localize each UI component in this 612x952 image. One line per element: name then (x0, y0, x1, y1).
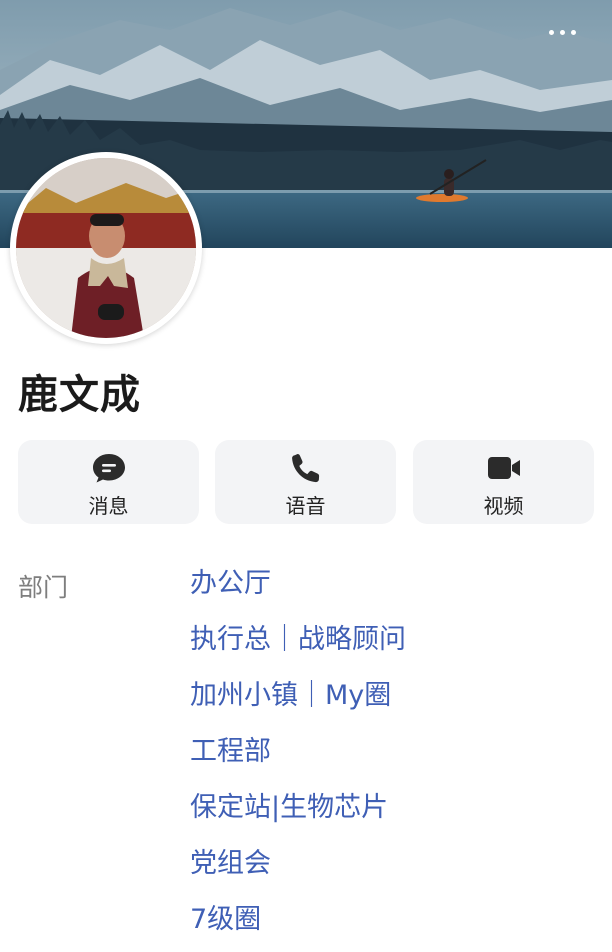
department-list: 办公厅 执行总｜战略顾问 加州小镇｜My圈 工程部 保定站|生物芯片 党组会 7… (190, 566, 590, 952)
department-item[interactable]: 保定站|生物芯片 (190, 790, 590, 846)
video-call-button[interactable]: 视频 (413, 440, 594, 524)
more-dot-icon (548, 29, 554, 35)
department-label: 部门 (18, 573, 69, 602)
avatar-photo (16, 158, 196, 338)
voice-call-button-label: 语音 (285, 494, 326, 518)
more-dot-icon (559, 29, 565, 35)
more-dot-icon (570, 29, 576, 35)
department-item[interactable]: 7级圈 (190, 902, 590, 952)
message-button-label: 消息 (88, 494, 129, 518)
video-icon (487, 457, 520, 479)
department-item[interactable]: 办公厅 (190, 566, 590, 622)
department-item[interactable]: 加州小镇｜My圈 (190, 678, 590, 734)
department-item[interactable]: 工程部 (190, 734, 590, 790)
action-bar: 消息 语音 视频 (18, 440, 594, 524)
profile-name: 鹿文成 (18, 372, 141, 418)
avatar[interactable] (10, 152, 202, 344)
voice-call-button[interactable]: 语音 (215, 440, 396, 524)
video-call-button-label: 视频 (483, 494, 524, 518)
message-button[interactable]: 消息 (18, 440, 199, 524)
more-options-button[interactable] (540, 18, 584, 46)
phone-icon (291, 454, 319, 483)
profile-page: 鹿文成 消息 语音 视频 部门 办公厅 执行总｜战略顾问 加州小镇｜My圈 工程… (0, 0, 612, 952)
department-item[interactable]: 党组会 (190, 846, 590, 902)
department-item[interactable]: 执行总｜战略顾问 (190, 622, 590, 678)
message-icon (92, 454, 125, 483)
